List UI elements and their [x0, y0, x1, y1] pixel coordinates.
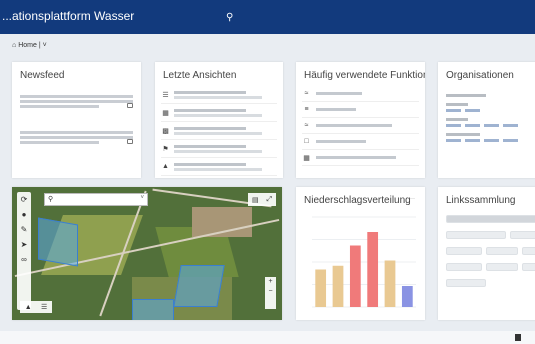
org-link[interactable] [446, 109, 461, 112]
recent-views-card: Letzte Ansichten ☰ ▦ ▩ ⚑ ▲ [155, 62, 283, 178]
expand-icon[interactable]: ⤢ [266, 196, 272, 204]
app-title[interactable]: ...ationsplattform Wasser [2, 9, 134, 23]
organisations-title: Organisationen [446, 70, 514, 81]
breadcrumb-separator: | [38, 42, 41, 49]
organisations-card: Organisationen [438, 62, 535, 178]
cursor-icon[interactable]: ➤ [17, 240, 31, 249]
map-card[interactable]: ⟳ ● ✎ ➤ ∞ ⚲ ˅ ▤ ⤢ + − ▲ ☰ [12, 187, 282, 320]
map-top-controls: ▤ ⤢ [248, 193, 276, 206]
links-title: Linkssammlung [446, 195, 516, 206]
link-pill[interactable] [446, 247, 482, 255]
links-card: Linkssammlung [438, 187, 535, 320]
home-icon[interactable]: ⌂ [12, 42, 16, 49]
function-item[interactable]: ≈ [302, 86, 419, 102]
pencil-icon[interactable]: ✎ [17, 225, 31, 234]
breadcrumb-home[interactable]: Home [18, 42, 37, 49]
chart-bar[interactable] [332, 265, 344, 307]
list-icon[interactable]: ☰ [41, 303, 47, 311]
link-pill[interactable] [486, 247, 518, 255]
news-item [20, 122, 133, 144]
link-pill[interactable] [446, 263, 482, 271]
water-search-icon: ≈ [304, 122, 309, 129]
map-polygon[interactable] [38, 217, 78, 267]
home-icon[interactable]: ▲ [25, 304, 32, 311]
map-pin-icon: ⚑ [162, 145, 169, 153]
measure-icon[interactable]: ∞ [17, 255, 31, 264]
chart-bar[interactable] [401, 286, 413, 307]
news-item [20, 86, 133, 108]
layers-icon[interactable]: ⟳ [17, 195, 31, 204]
org-link[interactable] [465, 124, 480, 127]
search-icon: ⚲ [48, 196, 54, 203]
chart-bar[interactable] [384, 260, 396, 308]
map-polygon[interactable] [173, 265, 225, 307]
link-pill[interactable] [522, 263, 535, 271]
chart-bar[interactable] [315, 269, 327, 308]
function-item[interactable]: ≡ [302, 102, 419, 118]
list-icon: ☰ [162, 91, 169, 99]
org-link[interactable] [484, 124, 499, 127]
org-link[interactable] [503, 124, 518, 127]
chart-icon: ▲ [162, 163, 169, 170]
link-pill[interactable] [510, 231, 535, 239]
info-icon[interactable]: ● [17, 210, 31, 219]
recent-view-item[interactable]: ▦ [161, 104, 277, 122]
function-item[interactable]: □ [302, 134, 419, 150]
org-link[interactable] [465, 139, 480, 142]
function-item[interactable]: ≈ [302, 118, 419, 134]
document-icon: □ [304, 138, 309, 145]
footer [0, 331, 535, 344]
function-item[interactable]: ▦ [302, 150, 419, 166]
map-toolbar: ⟳ ● ✎ ➤ ∞ [17, 192, 31, 310]
crest-icon [515, 334, 521, 341]
link-pill[interactable] [446, 279, 486, 287]
recent-views-title: Letzte Ansichten [163, 70, 237, 81]
breadcrumb: ⌂ Home | ˅ [12, 42, 47, 49]
org-link[interactable] [446, 124, 461, 127]
recent-view-item[interactable]: ▩ [161, 122, 277, 140]
layers-stack-icon[interactable]: ▤ [252, 196, 259, 204]
link-pill[interactable] [522, 247, 535, 255]
chart-bar[interactable] [349, 245, 361, 308]
chevron-down-icon[interactable]: ˅ [43, 42, 47, 49]
map-bottom-controls: ▲ ☰ [20, 301, 52, 313]
grid-icon: ▦ [303, 154, 310, 162]
zoom-in-button[interactable]: + [265, 277, 276, 287]
link-pill[interactable] [486, 263, 518, 271]
recent-view-item[interactable]: ⚑ [161, 140, 277, 158]
frequent-functions-card: Häufig verwendete Funktionen ≈ ≡ ≈ □ ▦ [296, 62, 425, 178]
chart-card: Niederschlagsverteilung ··· [296, 187, 425, 320]
recent-view-item[interactable]: ☰ [161, 86, 277, 104]
link-pill[interactable] [446, 231, 506, 239]
search-list-icon: ≡ [304, 106, 309, 113]
newsfeed-title: Newsfeed [20, 70, 65, 81]
org-link[interactable] [465, 109, 480, 112]
search-icon[interactable]: ⚲ [226, 12, 233, 23]
bar-chart [312, 216, 416, 308]
document-icon[interactable] [127, 139, 133, 144]
grid-icon: ▩ [162, 127, 169, 135]
chevron-down-icon[interactable]: ˅ [140, 195, 144, 201]
document-icon[interactable] [127, 103, 133, 108]
top-bar: ...ationsplattform Wasser ⚲ [0, 0, 535, 34]
table-icon: ▦ [162, 109, 169, 117]
map-search-input[interactable]: ⚲ ˅ [44, 193, 148, 206]
government-logo [515, 334, 521, 341]
org-link[interactable] [484, 139, 499, 142]
chart-bar[interactable] [367, 232, 379, 307]
water-icon: ≈ [304, 90, 309, 97]
zoom-out-button[interactable]: − [265, 287, 276, 297]
org-link[interactable] [446, 139, 461, 142]
frequent-functions-title: Häufig verwendete Funktionen [304, 70, 425, 81]
org-link[interactable] [503, 139, 518, 142]
zoom-control: + − [265, 277, 276, 309]
map-polygon[interactable] [132, 299, 174, 320]
recent-view-item[interactable]: ▲ [161, 158, 277, 176]
newsfeed-card: Newsfeed [12, 62, 141, 178]
link-pill[interactable] [446, 215, 535, 223]
